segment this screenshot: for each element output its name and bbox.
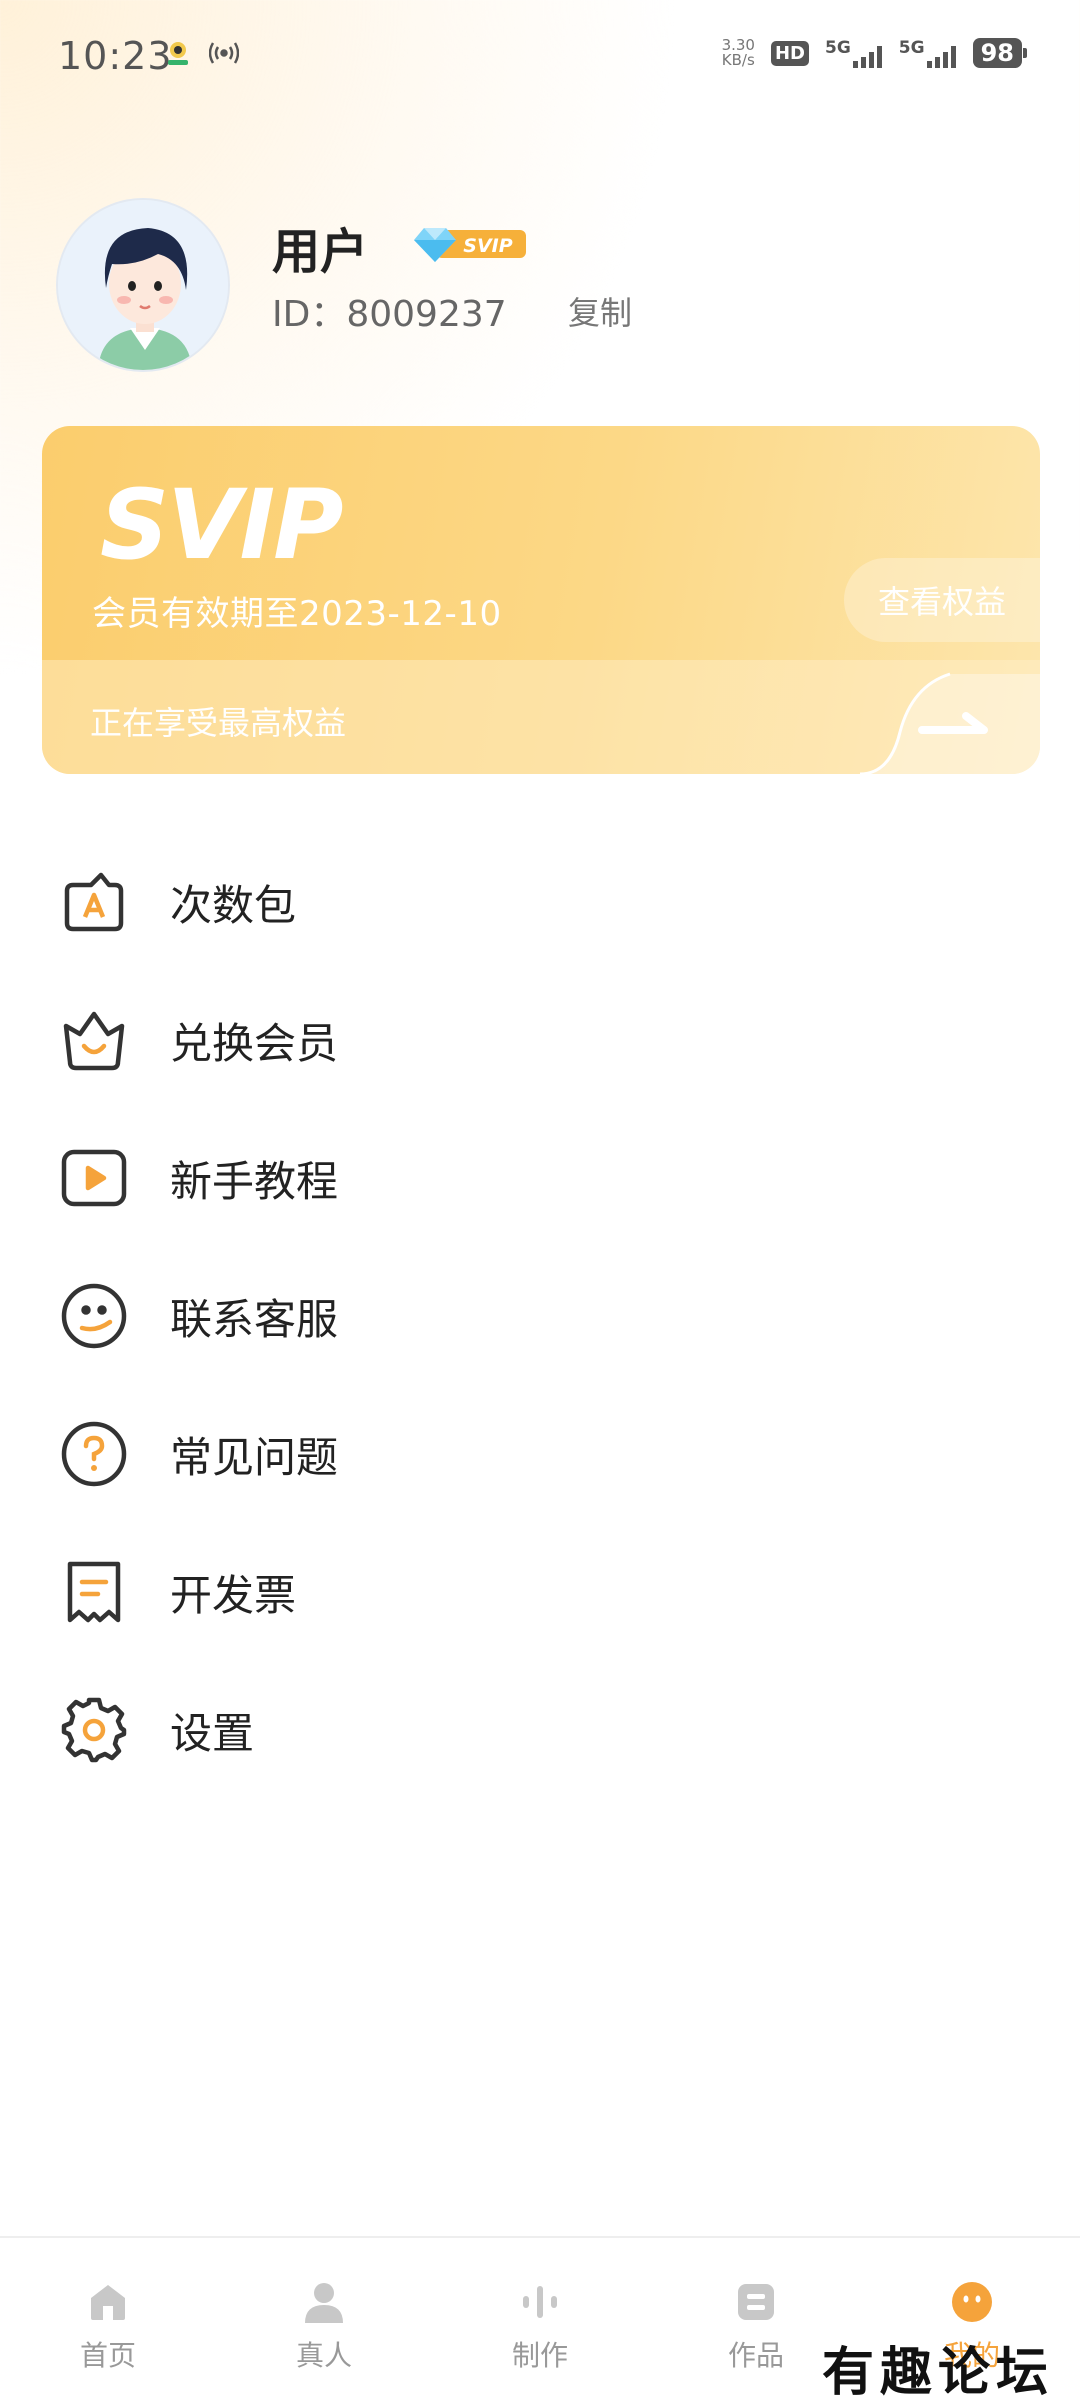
svip-status-text: 正在享受最高权益: [90, 704, 347, 742]
hd-icon: HD: [770, 40, 809, 66]
menu-item-settings[interactable]: 设置: [58, 1680, 1018, 1780]
menu-item-customer-service[interactable]: 联系客服: [58, 1266, 1018, 1366]
svip-badge-text: SVIP: [463, 235, 512, 257]
menu-item-tutorial[interactable]: 新手教程: [58, 1128, 1018, 1228]
audio-bars-icon: [518, 2280, 562, 2324]
menu-item-faq[interactable]: 常见问题: [58, 1404, 1018, 1504]
svip-card[interactable]: SVIP 会员有效期至2023-12-10 查看权益 正在享受最高权益: [42, 426, 1040, 774]
nav-label: 作品: [727, 2339, 784, 2372]
menu-item-label: 常见问题: [170, 1432, 339, 1482]
nav-item-create[interactable]: 制作: [432, 2238, 648, 2400]
svip-expiry: 会员有效期至2023-12-10: [92, 594, 502, 634]
menu-item-label: 新手教程: [170, 1156, 339, 1206]
person-icon: [302, 2280, 346, 2324]
network-type-1: 5G: [825, 38, 851, 58]
user-id: ID：8009237: [272, 294, 507, 335]
signal-icon-1: 5G: [825, 38, 883, 68]
invoice-icon: [58, 1556, 130, 1628]
battery-indicator: 98: [972, 38, 1028, 68]
svip-badge: SVIP: [410, 222, 530, 270]
nav-label: 首页: [79, 2339, 136, 2372]
nav-label: 真人: [295, 2339, 352, 2372]
customer-service-icon: [58, 1280, 130, 1352]
network-type-2: 5G: [898, 38, 925, 58]
menu-item-count-pack[interactable]: 次数包: [58, 852, 1018, 952]
menu-item-label: 设置: [170, 1708, 255, 1758]
svip-logo: SVIP: [100, 469, 390, 581]
play-icon: [58, 1142, 130, 1214]
avatar[interactable]: [56, 198, 230, 372]
question-icon: [58, 1418, 130, 1490]
status-right: 3.30 KB/s HD 5G 5G 98: [722, 38, 1028, 68]
count-pack-icon: [58, 866, 130, 938]
notification-app-icon: [165, 40, 191, 70]
menu-item-label: 兑换会员: [170, 1018, 339, 1068]
nav-item-real-person[interactable]: 真人: [216, 2238, 432, 2400]
crown-icon: [58, 1004, 130, 1076]
watermark: 有趣论坛: [821, 2342, 1054, 2400]
status-time: 10:23: [58, 34, 173, 78]
nav-item-home[interactable]: 首页: [0, 2238, 216, 2400]
menu-item-label: 联系客服: [170, 1294, 339, 1344]
works-icon: [734, 2280, 778, 2324]
svip-arrow-button[interactable]: [859, 672, 1040, 774]
username: 用户: [272, 224, 369, 280]
signal-icon-2: 5G: [899, 38, 957, 68]
network-speed: 3.30 KB/s: [722, 38, 755, 68]
copy-id-button[interactable]: 复制: [568, 288, 632, 334]
menu-item-label: 次数包: [170, 880, 297, 930]
status-left-icons: [165, 40, 240, 70]
menu-item-redeem-membership[interactable]: 兑换会员: [58, 990, 1018, 1090]
menu-item-label: 开发票: [170, 1570, 297, 1620]
home-icon: [86, 2280, 130, 2324]
svip-logo-text: SVIP: [100, 474, 343, 574]
view-benefits-button[interactable]: 查看权益: [844, 558, 1040, 642]
mine-icon: [950, 2280, 994, 2324]
nav-label: 制作: [511, 2339, 568, 2372]
wireless-icon: [208, 40, 240, 70]
gear-icon: [58, 1694, 130, 1766]
network-speed-unit: KB/s: [721, 51, 755, 69]
menu-item-invoice[interactable]: 开发票: [58, 1542, 1018, 1642]
